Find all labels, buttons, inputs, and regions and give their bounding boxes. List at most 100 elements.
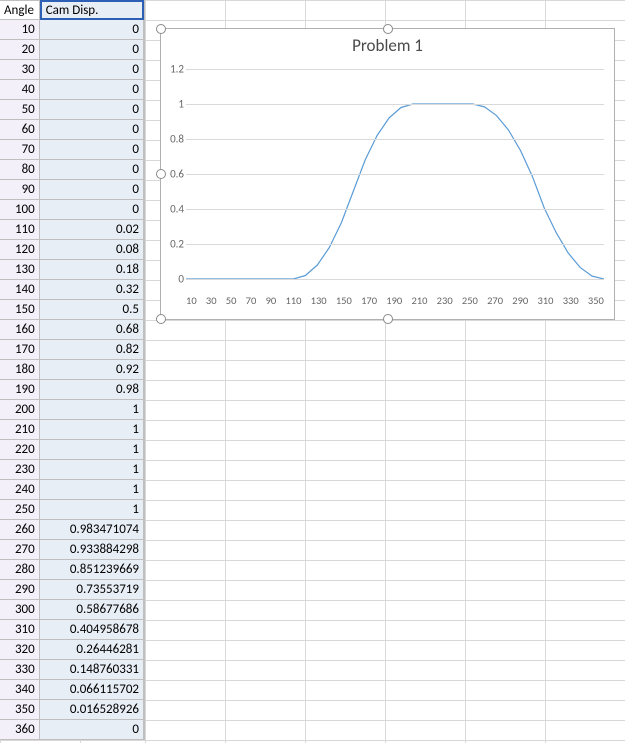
- x-tick-label: 170: [361, 294, 377, 307]
- cell-angle[interactable]: 30: [0, 60, 40, 80]
- cell-angle[interactable]: 10: [0, 20, 40, 40]
- table-row: 2700.933884298: [0, 540, 144, 560]
- cell-angle[interactable]: 60: [0, 120, 40, 140]
- cell-disp[interactable]: 0.5: [40, 300, 144, 320]
- table-row: 2900.73553719: [0, 580, 144, 600]
- chart-object[interactable]: Problem 1 00.20.40.60.811.2 103050709011…: [160, 28, 615, 320]
- table-row: 2401: [0, 480, 144, 500]
- cell-disp[interactable]: 0.73553719: [40, 580, 144, 600]
- cell-disp[interactable]: 0.066115702: [40, 680, 144, 700]
- cell-angle[interactable]: 160: [0, 320, 40, 340]
- cell-disp[interactable]: 0.58677686: [40, 600, 144, 620]
- table-row: 1700.82: [0, 340, 144, 360]
- cell-disp[interactable]: 0: [40, 180, 144, 200]
- cell-angle[interactable]: 80: [0, 160, 40, 180]
- cell-angle[interactable]: 330: [0, 660, 40, 680]
- cell-disp[interactable]: 0: [40, 200, 144, 220]
- cell-disp[interactable]: 1: [40, 500, 144, 520]
- y-tick-label: 1.2: [164, 63, 184, 76]
- cell-angle[interactable]: 230: [0, 460, 40, 480]
- cell-angle[interactable]: 280: [0, 560, 40, 580]
- cell-angle[interactable]: 290: [0, 580, 40, 600]
- table-row: 700: [0, 140, 144, 160]
- cell-disp[interactable]: 1: [40, 440, 144, 460]
- cell-angle[interactable]: 20: [0, 40, 40, 60]
- cell-disp[interactable]: 0.26446281: [40, 640, 144, 660]
- cell-disp[interactable]: 0.148760331: [40, 660, 144, 680]
- cell-disp[interactable]: 0: [40, 120, 144, 140]
- cell-angle[interactable]: 220: [0, 440, 40, 460]
- resize-handle-icon[interactable]: [383, 314, 393, 324]
- cell-angle[interactable]: 70: [0, 140, 40, 160]
- cell-disp[interactable]: 0: [40, 60, 144, 80]
- cell-angle[interactable]: 100: [0, 200, 40, 220]
- cell-disp[interactable]: 0.404958678: [40, 620, 144, 640]
- gridline: [186, 244, 604, 245]
- cell-angle[interactable]: 260: [0, 520, 40, 540]
- cell-disp[interactable]: 0.82: [40, 340, 144, 360]
- cell-angle[interactable]: 150: [0, 300, 40, 320]
- cell-angle[interactable]: 170: [0, 340, 40, 360]
- cell-angle[interactable]: 340: [0, 680, 40, 700]
- cell-angle[interactable]: 360: [0, 720, 40, 740]
- cell-disp[interactable]: 1: [40, 460, 144, 480]
- cell-disp[interactable]: 0.32: [40, 280, 144, 300]
- cell-disp[interactable]: 0.933884298: [40, 540, 144, 560]
- gridline: [186, 104, 604, 105]
- cell-disp[interactable]: 0.92: [40, 360, 144, 380]
- cell-disp[interactable]: 0: [40, 100, 144, 120]
- resize-handle-icon[interactable]: [156, 314, 166, 324]
- cell-disp[interactable]: 0.98: [40, 380, 144, 400]
- cell-disp[interactable]: 0.68: [40, 320, 144, 340]
- table-row: 1300.18: [0, 260, 144, 280]
- cell-disp[interactable]: 0.02: [40, 220, 144, 240]
- cell-angle[interactable]: 250: [0, 500, 40, 520]
- plot-area[interactable]: 00.20.40.60.811.2: [186, 69, 604, 279]
- x-tick-label: 150: [336, 294, 352, 307]
- cell-angle[interactable]: 120: [0, 240, 40, 260]
- cell-disp[interactable]: 0: [40, 80, 144, 100]
- table-row: 200: [0, 40, 144, 60]
- cell-angle[interactable]: 240: [0, 480, 40, 500]
- cell-angle[interactable]: 270: [0, 540, 40, 560]
- cell-angle[interactable]: 310: [0, 620, 40, 640]
- cell-disp[interactable]: 1: [40, 480, 144, 500]
- cell-disp[interactable]: 1: [40, 400, 144, 420]
- chart-title[interactable]: Problem 1: [161, 29, 614, 67]
- x-tick-label: 70: [246, 294, 257, 307]
- cell-angle[interactable]: 180: [0, 360, 40, 380]
- header-angle[interactable]: Angle: [0, 0, 40, 20]
- data-table: Angle Cam Disp. 100200300400500600700800…: [0, 0, 145, 740]
- table-row: 2600.983471074: [0, 520, 144, 540]
- spreadsheet-sheet: Angle Cam Disp. 100200300400500600700800…: [0, 0, 625, 743]
- cell-disp[interactable]: 0: [40, 140, 144, 160]
- cell-angle[interactable]: 90: [0, 180, 40, 200]
- y-tick-label: 0.4: [164, 202, 184, 215]
- cell-disp[interactable]: 0: [40, 720, 144, 740]
- cell-angle[interactable]: 130: [0, 260, 40, 280]
- cell-angle[interactable]: 300: [0, 600, 40, 620]
- cell-disp[interactable]: 1: [40, 420, 144, 440]
- cell-angle[interactable]: 50: [0, 100, 40, 120]
- cell-disp[interactable]: 0.851239669: [40, 560, 144, 580]
- cell-angle[interactable]: 210: [0, 420, 40, 440]
- cell-disp[interactable]: 0: [40, 20, 144, 40]
- resize-handle-icon[interactable]: [383, 24, 393, 34]
- cell-disp[interactable]: 0.016528926: [40, 700, 144, 720]
- cell-angle[interactable]: 40: [0, 80, 40, 100]
- cell-angle[interactable]: 110: [0, 220, 40, 240]
- resize-handle-icon[interactable]: [156, 24, 166, 34]
- cell-angle[interactable]: 320: [0, 640, 40, 660]
- cell-disp[interactable]: 0: [40, 40, 144, 60]
- x-tick-label: 310: [537, 294, 553, 307]
- x-axis-labels: 1030507090110130150170190210230250270290…: [186, 294, 604, 307]
- cell-angle[interactable]: 190: [0, 380, 40, 400]
- cell-disp[interactable]: 0.18: [40, 260, 144, 280]
- cell-angle[interactable]: 140: [0, 280, 40, 300]
- cell-disp[interactable]: 0: [40, 160, 144, 180]
- cell-angle[interactable]: 350: [0, 700, 40, 720]
- cell-disp[interactable]: 0.983471074: [40, 520, 144, 540]
- header-cam-disp[interactable]: Cam Disp.: [40, 0, 144, 20]
- cell-disp[interactable]: 0.08: [40, 240, 144, 260]
- cell-angle[interactable]: 200: [0, 400, 40, 420]
